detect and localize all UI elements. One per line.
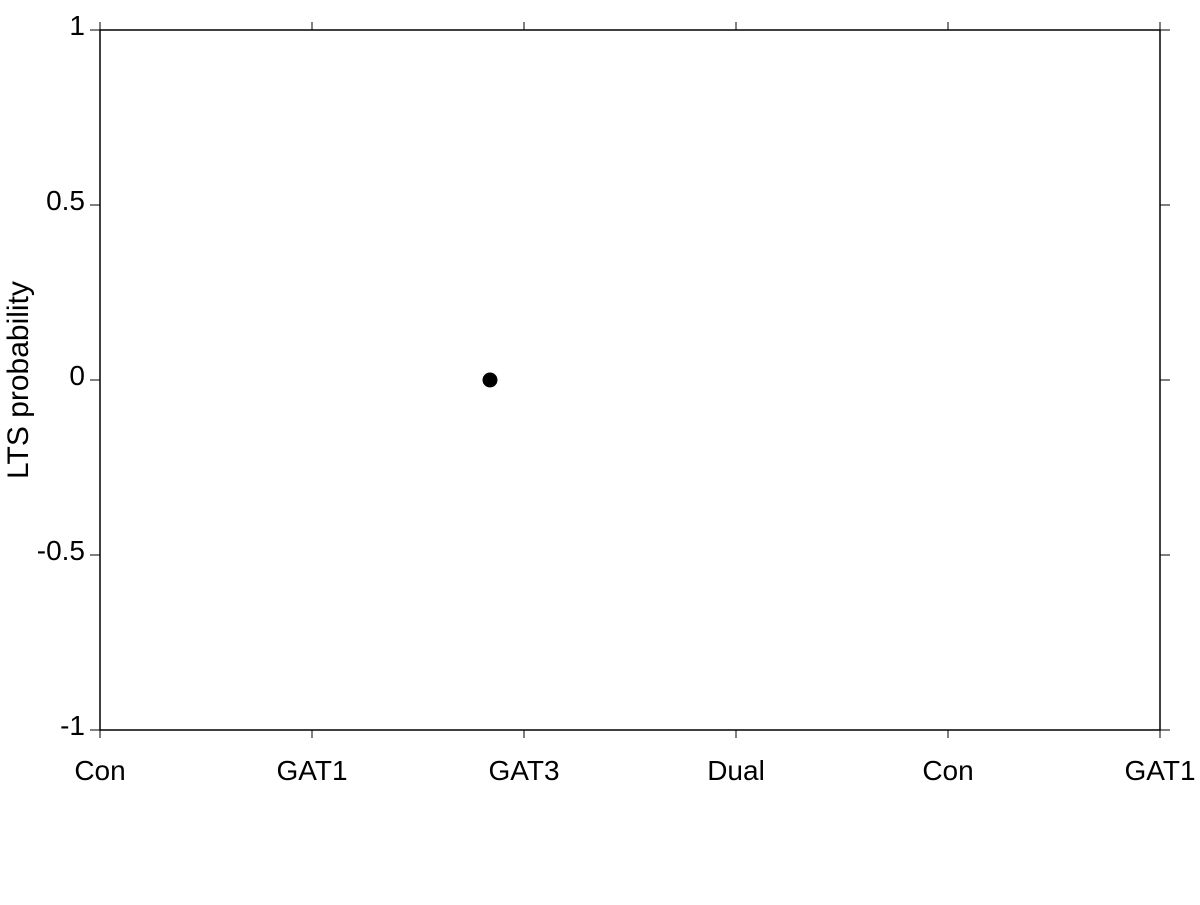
data-point-gat3-0 bbox=[483, 373, 497, 387]
y-tick-label-n1: -1 bbox=[60, 710, 85, 741]
x-tick-label-gat3: GAT3 bbox=[488, 755, 559, 786]
x-tick-label-gat1: GAT1 bbox=[276, 755, 347, 786]
x-tick-label-dual: Dual bbox=[707, 755, 765, 786]
y-tick-label-1: 1 bbox=[69, 10, 85, 41]
x-tick-label-con1: Con bbox=[74, 755, 125, 786]
y-tick-label-n05: -0.5 bbox=[37, 535, 85, 566]
chart-frame bbox=[100, 30, 1160, 730]
y-axis-label: LTS probability bbox=[2, 281, 35, 479]
chart-container: 1 0.5 0 -0.5 -1 Con GAT1 GAT3 Dual Con G… bbox=[0, 0, 1200, 900]
x-tick-label-gat1-2: GAT1 bbox=[1124, 755, 1195, 786]
x-tick-label-con2: Con bbox=[922, 755, 973, 786]
y-tick-label-05: 0.5 bbox=[46, 185, 85, 216]
y-tick-label-0: 0 bbox=[69, 360, 85, 391]
scatter-plot: 1 0.5 0 -0.5 -1 Con GAT1 GAT3 Dual Con G… bbox=[0, 0, 1200, 900]
